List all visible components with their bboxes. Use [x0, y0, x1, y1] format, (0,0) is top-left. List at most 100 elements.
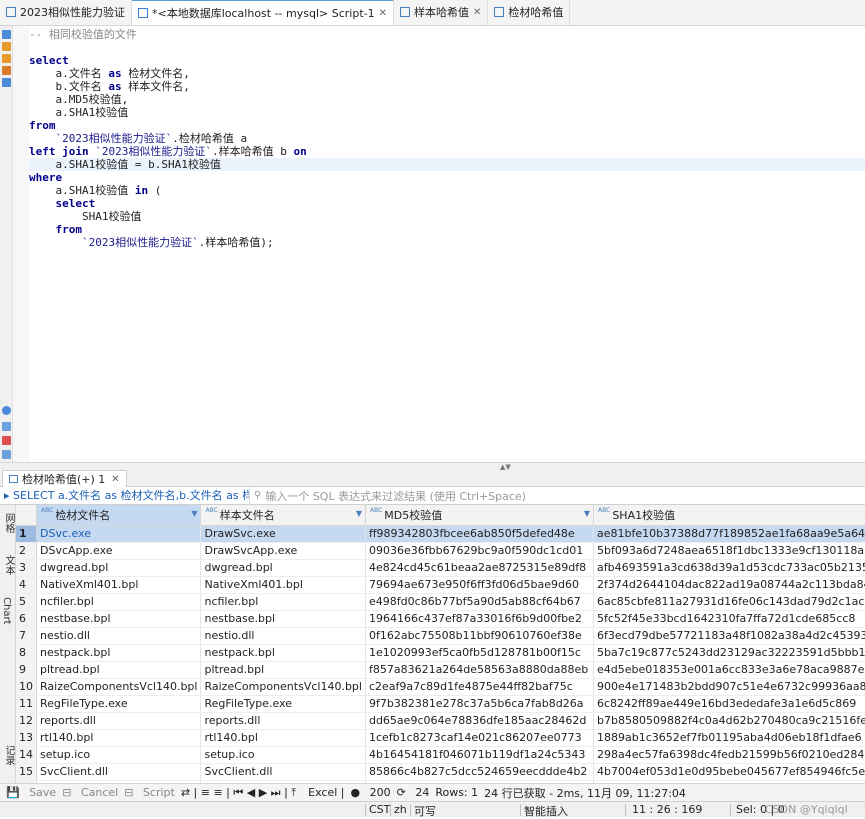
table-cell[interactable]: 4b7004ef053d1e0d95bebe045677ef854946fc5e — [593, 763, 865, 781]
settings-icon[interactable] — [2, 406, 11, 415]
table-cell[interactable]: e4d5ebe018353e001a6cc833e3a6e78aca9887e0 — [593, 661, 865, 679]
table-cell[interactable]: ncfiler.bpl — [36, 593, 202, 611]
table-cell[interactable]: 85866c4b827c5dcc524659eecddde4b2 — [365, 763, 595, 781]
table-cell[interactable]: 5bf093a6d7248aea6518f1dbc1333e9cf130118a — [593, 542, 865, 560]
editor-line[interactable]: select — [29, 197, 865, 210]
table-row[interactable]: 6 nestbase.bpl nestbase.bpl 1964166c437ef87… — [16, 610, 865, 628]
table-cell[interactable]: afb4693591a3cd638d39a1d53cdc733ac05b2135 — [593, 559, 865, 577]
table-cell[interactable]: setup.ico — [36, 746, 202, 764]
refresh-button[interactable]: ⟳ 24 — [397, 786, 430, 799]
column-header[interactable]: ABC 检材文件名 ▼ — [36, 505, 202, 526]
explain-plan-icon[interactable] — [2, 54, 11, 63]
table-cell[interactable]: RegFileType.exe — [200, 695, 366, 713]
view-tab-3[interactable]: 记录 — [1, 745, 16, 765]
panel-icon[interactable] — [2, 450, 11, 459]
close-icon[interactable]: ✕ — [473, 7, 481, 18]
outline-icon[interactable] — [2, 422, 11, 431]
tab-2[interactable]: 样本哈希值 ✕ — [394, 0, 489, 25]
tab-1[interactable]: *<本地数据库localhost -- mysql> Script-1 ✕ — [132, 0, 394, 25]
table-cell[interactable]: 1e1020993ef5ca0fb5d128781b00f15c — [365, 644, 595, 662]
execute-statement-icon[interactable] — [2, 30, 11, 39]
table-cell[interactable]: 5fc52f45e33bcd1642310fa7ffa72d1cde685cc8 — [593, 610, 865, 628]
table-row[interactable]: 5 ncfiler.bpl ncfiler.bpl e498fd0c86b77bf5a… — [16, 593, 865, 611]
close-icon[interactable]: ✕ — [111, 474, 119, 485]
column-header[interactable]: ABC 样本文件名 ▼ — [200, 505, 366, 526]
table-cell[interactable]: dd65ae9c064e78836dfe185aac28462d — [365, 712, 595, 730]
results-grid[interactable]: ABC检材文件名▼ABC样本文件名▼ABCMD5校验值▼ABCSHA1校验值▼ … — [16, 505, 865, 783]
nav-controls[interactable]: ⇄ | ≡ ≡ | ⏮ ◀ ▶ ⏭ | ⤒ — [181, 786, 296, 800]
table-cell[interactable]: NativeXml401.bpl — [36, 576, 202, 594]
table-cell[interactable]: ae81bfe10b37388d77f189852ae1fa68aa9e5a64 — [593, 525, 865, 543]
table-cell[interactable]: setup.ico — [200, 746, 366, 764]
table-row[interactable]: 12 reports.dll reports.dll dd65ae9c064e7883… — [16, 712, 865, 730]
sql-editor[interactable]: -- 相同校验值的文件 select a.文件名 as 检材文件名, b.文件名 … — [29, 26, 865, 462]
view-tab-1[interactable]: 文本 — [1, 555, 16, 575]
table-cell[interactable]: nestbase.bpl — [200, 610, 366, 628]
script-button[interactable]: ⊟ Script — [124, 786, 175, 799]
table-row[interactable]: 14 setup.ico setup.ico 4b16454181f046071b11… — [16, 746, 865, 764]
export-icon[interactable] — [2, 436, 11, 445]
table-cell[interactable]: 9f7b382381e278c37a5b6ca7fab8d26a — [365, 695, 595, 713]
table-cell[interactable]: pltread.bpl — [36, 661, 202, 679]
table-cell[interactable]: f857a83621a264de58563a8880da88eb — [365, 661, 595, 679]
table-cell[interactable]: 298a4ec57fa6398dc4fedb21599b56f0210ed284 — [593, 746, 865, 764]
table-row[interactable]: 11 RegFileType.exe RegFileType.exe 9f7b3823… — [16, 695, 865, 713]
results-tab[interactable]: 检材哈希值(+) 1 ✕ — [2, 470, 127, 487]
editor-line[interactable]: a.文件名 as 检材文件名, — [29, 67, 865, 80]
table-cell[interactable]: SvcClient.dll — [200, 763, 366, 781]
editor-line[interactable]: select — [29, 54, 865, 67]
filter-icon[interactable]: ▼ — [584, 509, 590, 518]
table-cell[interactable]: ff989342803fbcee6ab850f5defed48e — [365, 525, 595, 543]
table-row[interactable]: 9 pltread.bpl pltread.bpl f857a83621a264de5… — [16, 661, 865, 679]
panel-splitter[interactable]: ▲▼ — [0, 462, 865, 471]
editor-line[interactable]: a.SHA1校验值 = b.SHA1校验值 — [29, 158, 865, 171]
table-row[interactable]: 3 dwgread.bpl dwgread.bpl 4e824cd45c61beaa2… — [16, 559, 865, 577]
table-row[interactable]: 2 DSvcApp.exe DrawSvcApp.exe 09036e36fbb676… — [16, 542, 865, 560]
table-row[interactable]: 13 rtl140.bpl rtl140.bpl 1cefb1c8273caf14e0… — [16, 729, 865, 747]
editor-line[interactable]: left join `2023相似性能力验证`.样本哈希值 b on — [29, 145, 865, 158]
editor-line[interactable]: from — [29, 119, 865, 132]
table-cell[interactable]: nestio.dll — [200, 627, 366, 645]
tab-0[interactable]: 2023相似性能力验证 — [0, 0, 132, 25]
table-cell[interactable]: 1cefb1c8273caf14e021c86207ee0773 — [365, 729, 595, 747]
save-button[interactable]: 💾 Save — [6, 786, 56, 799]
table-cell[interactable]: RegFileType.exe — [36, 695, 202, 713]
table-cell[interactable]: RaizeComponentsVcl140.bpl — [36, 678, 202, 696]
table-cell[interactable]: reports.dll — [36, 712, 202, 730]
table-cell[interactable]: RaizeComponentsVcl140.bpl — [200, 678, 366, 696]
load-plan-icon[interactable] — [2, 66, 11, 75]
close-icon[interactable]: ✕ — [379, 8, 387, 19]
table-row[interactable]: 7 nestio.dll nestio.dll 0f162abc75508b11bbf… — [16, 627, 865, 645]
editor-line[interactable]: from — [29, 223, 865, 236]
table-cell[interactable]: 09036e36fbb67629bc9a0f590dc1cd01 — [365, 542, 595, 560]
export-button[interactable]: Excel | — [302, 786, 344, 799]
table-cell[interactable]: DrawSvc.exe — [200, 525, 366, 543]
execute-script-icon[interactable] — [2, 42, 11, 51]
table-cell[interactable]: 6c8242ff89ae449e16bd3ededafe3a1e6d5c869 — [593, 695, 865, 713]
filter-icon[interactable]: ▼ — [356, 509, 362, 518]
filter-input[interactable]: 输入一个 SQL 表达式来过滤结果 (使用 Ctrl+Space) — [261, 488, 526, 504]
table-cell[interactable]: DSvc.exe — [36, 525, 202, 543]
table-cell[interactable]: ncfiler.bpl — [200, 593, 366, 611]
cancel-button[interactable]: ⊟ Cancel — [62, 786, 118, 799]
table-cell[interactable]: 1964166c437ef87a33016f6b9d00fbe2 — [365, 610, 595, 628]
editor-line[interactable]: b.文件名 as 样本文件名, — [29, 80, 865, 93]
table-cell[interactable]: SvcClient.dll — [36, 763, 202, 781]
table-cell[interactable]: 1889ab1c3652ef7fb01195aba4d06eb18f1dfae6 — [593, 729, 865, 747]
column-header[interactable]: ABCSHA1校验值▼ — [593, 505, 865, 526]
table-cell[interactable]: 4b16454181f046071b119df1a24c5343 — [365, 746, 595, 764]
table-cell[interactable]: 79694ae673e950f6ff3fd06d5bae9d60 — [365, 576, 595, 594]
table-cell[interactable]: 2f374d2644104dac822ad19a08744a2c113bda84 — [593, 576, 865, 594]
table-row[interactable]: 8 nestpack.bpl nestpack.bpl 1e1020993ef5ca0… — [16, 644, 865, 662]
tab-3[interactable]: 检材哈希值 — [488, 0, 571, 25]
editor-line[interactable]: -- 相同校验值的文件 — [29, 28, 865, 41]
table-cell[interactable]: 0f162abc75508b11bbf90610760ef38e — [365, 627, 595, 645]
table-cell[interactable]: DrawSvcApp.exe — [200, 542, 366, 560]
table-cell[interactable]: 5ba7c19c877c5243dd23129ac32223591d5bbb11 — [593, 644, 865, 662]
table-cell[interactable]: rtl140.bpl — [200, 729, 366, 747]
table-cell[interactable]: 900e4e171483b2bdd907c51e4e6732c99936aa88 — [593, 678, 865, 696]
editor-line[interactable]: SHA1校验值 — [29, 210, 865, 223]
table-cell[interactable]: dwgread.bpl — [200, 559, 366, 577]
editor-line[interactable]: a.SHA1校验值 — [29, 106, 865, 119]
table-cell[interactable]: reports.dll — [200, 712, 366, 730]
